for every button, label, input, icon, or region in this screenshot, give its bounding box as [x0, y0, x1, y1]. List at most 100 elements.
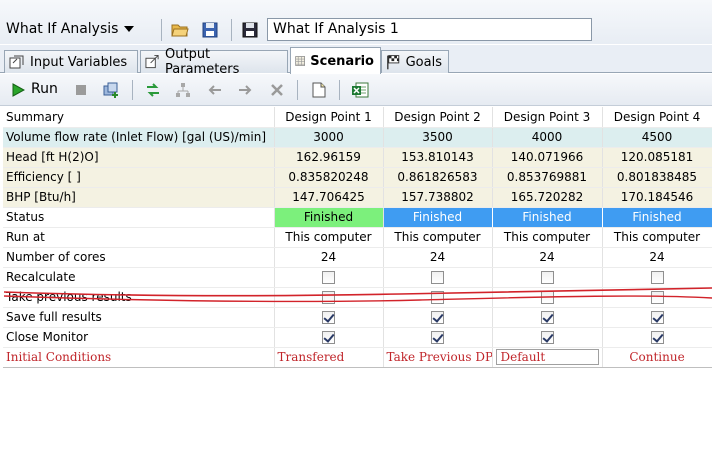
status-badge: Finished [602, 207, 712, 228]
run-at-cell[interactable]: This computer [274, 227, 384, 248]
output-cell: 0.801838485 [602, 167, 712, 188]
header-design-point-4[interactable]: Design Point 4 [602, 107, 712, 128]
checkbox-cell [274, 287, 384, 308]
add-design-point-icon[interactable] [101, 80, 121, 100]
header-design-point-3[interactable]: Design Point 3 [492, 107, 603, 128]
initial-condition-value: Default [495, 349, 599, 365]
input-row-volume-flow: Volume flow rate (Inlet Flow) [gal (US)/… [3, 127, 712, 148]
checkbox-cell [602, 287, 712, 308]
grid-icon [295, 56, 305, 66]
cores-cell[interactable]: 24 [492, 247, 603, 268]
take-previous-checkbox[interactable] [540, 291, 554, 304]
save-full-checkbox[interactable] [540, 311, 554, 324]
recalculate-checkbox[interactable] [322, 271, 335, 284]
take-previous-row: Take previous results [3, 287, 712, 308]
initial-condition-cell[interactable]: Default [492, 347, 603, 368]
play-icon[interactable] [8, 80, 28, 100]
run-button-label[interactable]: Run [31, 81, 58, 97]
row-label: Status [3, 207, 275, 228]
save-full-checkbox[interactable] [431, 311, 444, 324]
checkbox-cell [492, 287, 603, 308]
row-label: Take previous results [3, 287, 275, 308]
row-label: Head [ft H(2)O] [3, 147, 275, 168]
tab-goals[interactable]: Goals [381, 50, 449, 73]
save-full-checkbox[interactable] [322, 311, 335, 324]
analysis-dropdown[interactable]: What If Analysis [6, 18, 135, 40]
open-folder-icon[interactable] [169, 19, 191, 41]
output-cell: 0.861826583 [383, 167, 493, 188]
output-parameters-icon [145, 54, 159, 69]
action-toolbar: Run [0, 74, 712, 106]
save-icon[interactable] [199, 19, 221, 41]
take-previous-checkbox[interactable] [650, 291, 664, 304]
recalculate-checkbox[interactable] [431, 271, 444, 284]
recalculate-checkbox[interactable] [650, 271, 664, 284]
status-row: Status Finished Finished Finished Finish… [3, 206, 712, 228]
row-label: Volume flow rate (Inlet Flow) [gal (US)/… [3, 127, 275, 148]
tab-output-parameters[interactable]: Output Parameters [140, 47, 288, 77]
save-full-checkbox[interactable] [650, 311, 664, 324]
arrow-right-icon[interactable] [235, 80, 255, 100]
input-cell[interactable]: 3500 [383, 127, 493, 148]
checkbox-cell [274, 267, 384, 288]
input-variables-icon [9, 55, 24, 69]
top-toolbar: What If Analysis What If Analysis 1 [0, 0, 712, 44]
tab-input-variables[interactable]: Input Variables [4, 50, 138, 73]
initial-condition-cell[interactable]: Continue [602, 347, 712, 368]
tab-label: Goals [405, 54, 442, 70]
stop-icon[interactable] [71, 80, 91, 100]
delete-icon[interactable] [267, 80, 287, 100]
tab-label: Scenario [310, 53, 374, 69]
input-cell[interactable]: 4000 [492, 127, 603, 148]
arrow-left-icon[interactable] [205, 80, 225, 100]
take-previous-checkbox[interactable] [431, 291, 444, 304]
analysis-name-field[interactable]: What If Analysis 1 [267, 18, 592, 41]
toolbar-divider [297, 80, 298, 100]
output-cell: 165.720282 [492, 187, 603, 208]
save-full-row: Save full results [3, 307, 712, 328]
output-cell: 153.810143 [383, 147, 493, 168]
status-badge: Finished [383, 207, 493, 228]
run-at-cell[interactable]: This computer [383, 227, 493, 248]
cores-cell[interactable]: 24 [602, 247, 712, 268]
initial-condition-value: Continue [629, 350, 685, 364]
initial-condition-cell[interactable]: Transfered [274, 347, 384, 368]
input-cell[interactable]: 3000 [274, 127, 384, 148]
output-cell: 140.071966 [492, 147, 603, 168]
run-at-cell[interactable]: This computer [602, 227, 712, 248]
excel-export-icon[interactable] [350, 80, 370, 100]
checkbox-cell [383, 287, 493, 308]
row-label: Number of cores [3, 247, 275, 268]
toolbar-divider [132, 80, 133, 100]
close-monitor-checkbox[interactable] [540, 331, 554, 344]
tab-scenario[interactable]: Scenario [290, 47, 381, 74]
close-monitor-checkbox[interactable] [322, 331, 335, 344]
run-at-cell[interactable]: This computer [492, 227, 603, 248]
cores-cell[interactable]: 24 [274, 247, 384, 268]
close-monitor-checkbox[interactable] [431, 331, 444, 344]
analysis-name-text: What If Analysis 1 [273, 21, 399, 37]
tree-icon[interactable] [173, 80, 193, 100]
initial-condition-cell[interactable]: Take Previous DP [383, 347, 493, 368]
recalculate-checkbox[interactable] [540, 271, 554, 284]
new-document-icon[interactable] [309, 80, 329, 100]
output-cell: 157.738802 [383, 187, 493, 208]
toolbar-divider [231, 19, 232, 41]
checkbox-cell [602, 267, 712, 288]
tab-bar: Input Variables Output Parameters Scenar… [0, 45, 712, 77]
checkbox-cell [274, 327, 384, 348]
checkbox-cell [383, 327, 493, 348]
row-label: Initial Conditions [3, 347, 275, 368]
header-design-point-2[interactable]: Design Point 2 [383, 107, 493, 128]
input-cell[interactable]: 4500 [602, 127, 712, 148]
save-as-icon[interactable] [239, 19, 261, 41]
take-previous-checkbox[interactable] [322, 291, 335, 304]
initial-condition-value: Transfered [277, 350, 345, 364]
cores-row: Number of cores 24 24 24 24 [3, 247, 712, 268]
close-monitor-checkbox[interactable] [650, 331, 664, 344]
header-design-point-1[interactable]: Design Point 1 [274, 107, 384, 128]
refresh-icon[interactable] [143, 80, 163, 100]
row-label: BHP [Btu/h] [3, 187, 275, 208]
run-at-row: Run at This computer This computer This … [3, 227, 712, 248]
cores-cell[interactable]: 24 [383, 247, 493, 268]
